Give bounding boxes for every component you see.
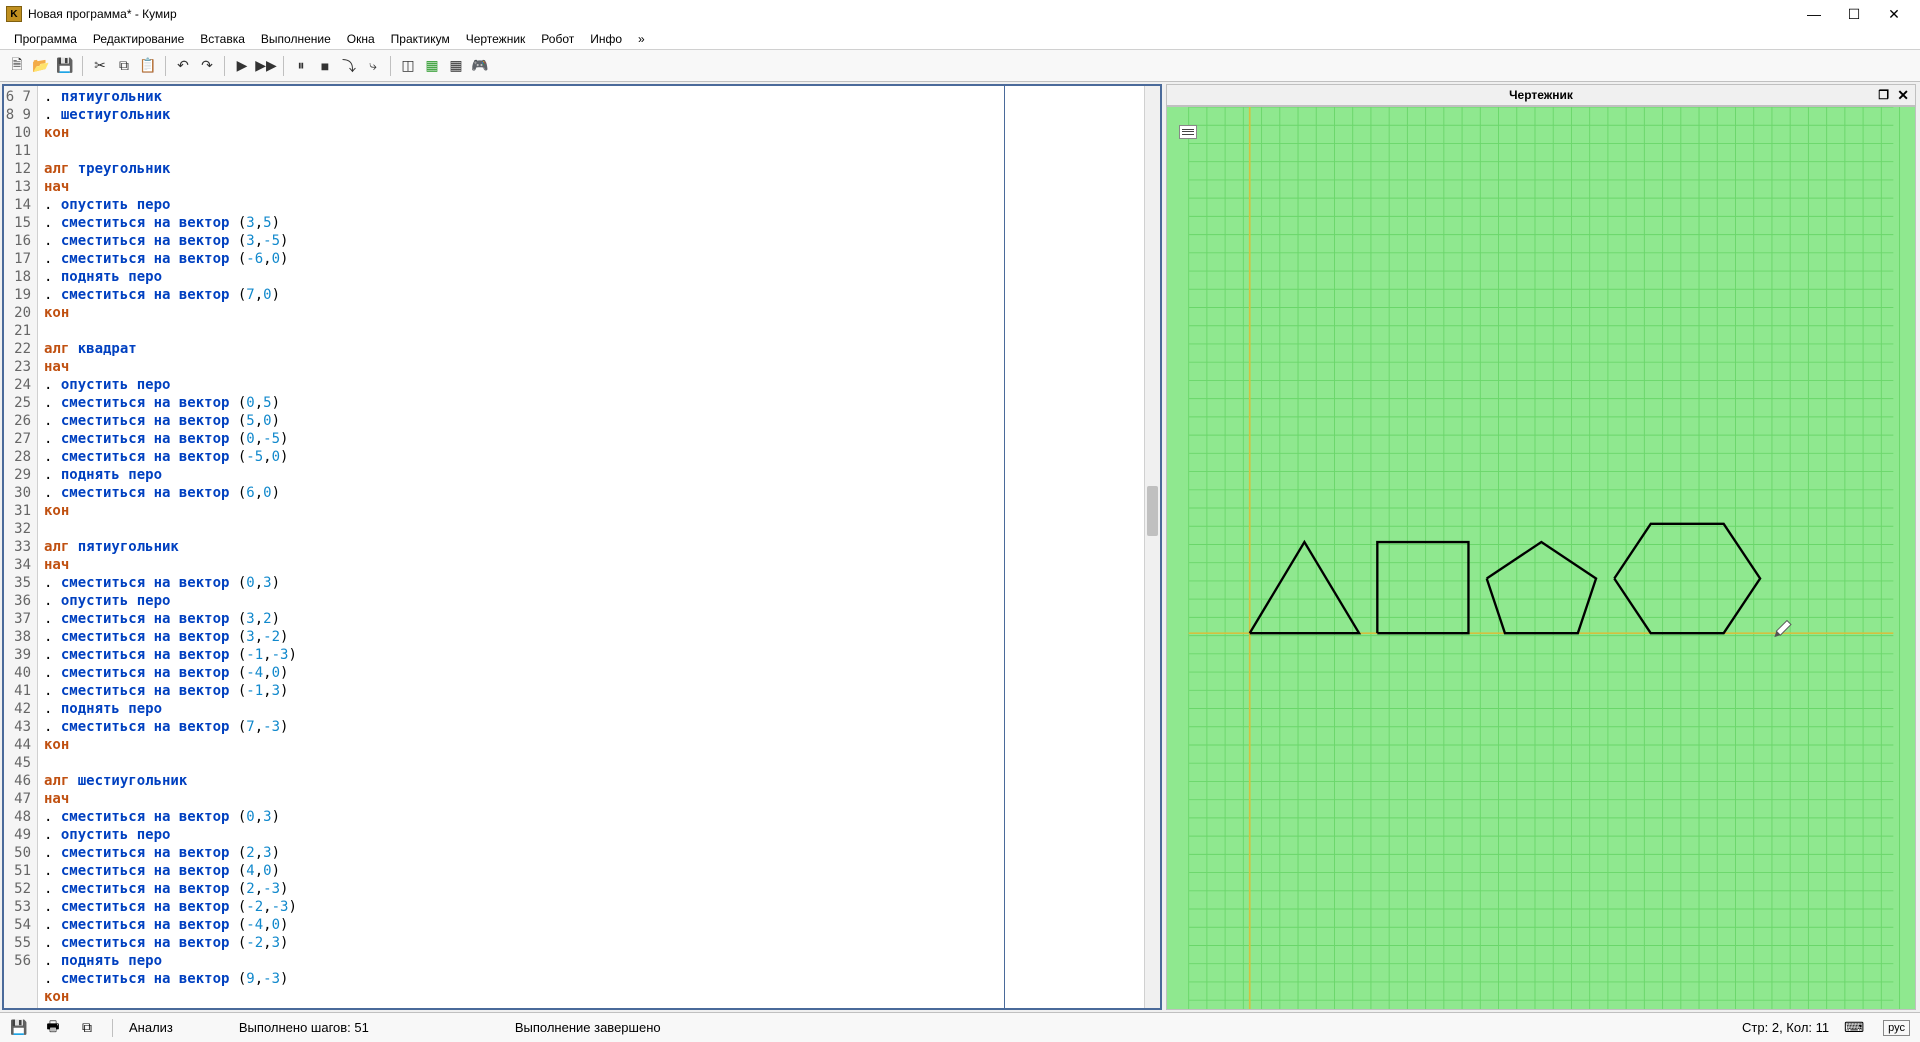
maximize-button[interactable]: ☐	[1834, 2, 1874, 26]
menu-9[interactable]: »	[630, 30, 653, 48]
separator	[390, 56, 391, 76]
code-editor[interactable]: . пятиугольник . шестиугольник кон алг т…	[38, 86, 1004, 1008]
menu-8[interactable]: Инфо	[582, 30, 630, 48]
toolbar: 🗎 📂 💾 ✂ ⧉ 📋 ↶ ↷ ▶ ▶▶ ⏸ ■ ⤵ ⤷ ◫ ▦ ▦ 🎮	[0, 50, 1920, 82]
separator	[224, 56, 225, 76]
undo-icon[interactable]: ↶	[172, 55, 194, 77]
menu-4[interactable]: Окна	[339, 30, 383, 48]
grid-green-icon[interactable]: ▦	[421, 55, 443, 77]
menu-5[interactable]: Практикум	[383, 30, 458, 48]
step-into-icon[interactable]: ⤵	[338, 55, 360, 77]
window-title: Новая программа* - Кумир	[28, 7, 1794, 21]
grid-dark-icon[interactable]: ▦	[445, 55, 467, 77]
status-analysis[interactable]: Анализ	[129, 1020, 173, 1035]
separator	[283, 56, 284, 76]
canvas-svg	[1167, 107, 1915, 1009]
open-file-icon[interactable]: 📂	[30, 55, 52, 77]
paste-icon[interactable]: 📋	[137, 55, 159, 77]
menu-3[interactable]: Выполнение	[253, 30, 339, 48]
editor-side-pane	[1004, 86, 1144, 1008]
close-button[interactable]: ✕	[1874, 2, 1914, 26]
sb-copy-icon[interactable]: ⧉	[78, 1019, 96, 1037]
sb-save-icon[interactable]: 💾	[10, 1019, 28, 1037]
drawer-title-text: Чертежник	[1509, 88, 1573, 102]
status-steps: Выполнено шагов: 51	[239, 1020, 369, 1035]
status-language[interactable]: рус	[1883, 1020, 1910, 1036]
drawer-maximize-icon[interactable]: ❐	[1878, 88, 1889, 102]
drawing-canvas[interactable]	[1166, 106, 1916, 1010]
editor-pane: 6 7 8 9 10 11 12 13 14 15 16 17 18 19 20…	[2, 84, 1162, 1010]
separator	[165, 56, 166, 76]
menu-1[interactable]: Редактирование	[85, 30, 192, 48]
titlebar: K Новая программа* - Кумир — ☐ ✕	[0, 0, 1920, 28]
copy-icon[interactable]: ⧉	[113, 55, 135, 77]
status-cursor-pos: Стр: 2, Кол: 11	[1742, 1020, 1829, 1035]
drawer-close-icon[interactable]: ✕	[1897, 87, 1909, 104]
menubar: ПрограммаРедактированиеВставкаВыполнение…	[0, 28, 1920, 50]
menu-6[interactable]: Чертежник	[458, 30, 534, 48]
menu-2[interactable]: Вставка	[192, 30, 253, 48]
drawer-pane: Чертежник ❐ ✕	[1166, 84, 1916, 1010]
canvas-menu-icon[interactable]	[1179, 125, 1197, 139]
sb-keyboard-icon[interactable]: ⌨	[1845, 1019, 1863, 1037]
toggle-panel-icon[interactable]: ◫	[397, 55, 419, 77]
app-icon: K	[6, 6, 22, 22]
separator	[82, 56, 83, 76]
line-gutter: 6 7 8 9 10 11 12 13 14 15 16 17 18 19 20…	[4, 86, 38, 1008]
minimize-button[interactable]: —	[1794, 2, 1834, 26]
step-over-icon[interactable]: ⤷	[362, 55, 384, 77]
menu-0[interactable]: Программа	[6, 30, 85, 48]
run-icon[interactable]: ▶	[231, 55, 253, 77]
cut-icon[interactable]: ✂	[89, 55, 111, 77]
robot-icon[interactable]: 🎮	[469, 55, 491, 77]
drawer-titlebar: Чертежник ❐ ✕	[1166, 84, 1916, 106]
stop-icon[interactable]: ■	[314, 55, 336, 77]
separator	[112, 1019, 113, 1037]
run-fast-icon[interactable]: ▶▶	[255, 55, 277, 77]
redo-icon[interactable]: ↷	[196, 55, 218, 77]
status-finished: Выполнение завершено	[515, 1020, 661, 1035]
new-file-icon[interactable]: 🗎	[6, 55, 28, 77]
editor-scrollbar[interactable]	[1144, 86, 1160, 1008]
scrollbar-thumb[interactable]	[1147, 486, 1158, 536]
save-file-icon[interactable]: 💾	[54, 55, 76, 77]
menu-7[interactable]: Робот	[533, 30, 582, 48]
sb-print-icon[interactable]: 🖶	[44, 1019, 62, 1037]
pause-icon[interactable]: ⏸	[290, 55, 312, 77]
statusbar: 💾 🖶 ⧉ Анализ Выполнено шагов: 51 Выполне…	[0, 1012, 1920, 1042]
